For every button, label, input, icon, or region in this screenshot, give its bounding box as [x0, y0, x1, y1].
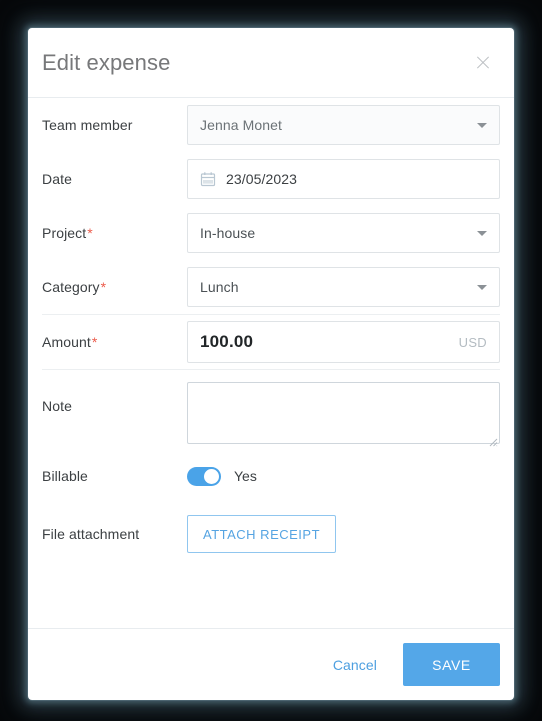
- category-value: Lunch: [200, 279, 239, 295]
- category-label-text: Category: [42, 279, 100, 295]
- project-label: Project*: [42, 225, 187, 241]
- project-value: In-house: [200, 225, 256, 241]
- amount-label: Amount*: [42, 334, 187, 350]
- page-title: Edit expense: [42, 49, 171, 75]
- file-attachment-label: File attachment: [42, 526, 140, 542]
- chevron-down-icon: [477, 284, 487, 290]
- note-input[interactable]: [187, 382, 500, 444]
- project-select[interactable]: In-house: [187, 213, 500, 253]
- date-input[interactable]: 23/05/2023: [187, 159, 500, 199]
- billable-label: Billable: [42, 468, 88, 484]
- calendar-icon: [200, 172, 216, 187]
- amount-input[interactable]: 100.00 USD: [187, 321, 500, 363]
- date-label: Date: [42, 171, 72, 187]
- chevron-down-icon: [477, 122, 487, 128]
- field-project: Project* In-house: [42, 206, 500, 260]
- cancel-button[interactable]: Cancel: [319, 649, 391, 681]
- toggle-knob: [204, 468, 219, 484]
- amount-label-text: Amount: [42, 334, 91, 350]
- edit-expense-dialog: Edit expense Team member Jenna Monet Dat…: [28, 28, 514, 700]
- close-icon[interactable]: [468, 48, 498, 78]
- category-label: Category*: [42, 279, 187, 295]
- project-required-marker: *: [87, 225, 93, 241]
- chevron-down-icon: [477, 230, 487, 236]
- field-team-member: Team member Jenna Monet: [42, 98, 500, 152]
- amount-currency: USD: [458, 334, 487, 350]
- billable-state-label: Yes: [234, 468, 257, 484]
- date-value: 23/05/2023: [226, 171, 298, 187]
- billable-toggle[interactable]: [187, 466, 221, 486]
- field-date: Date 23/05/2023: [42, 152, 500, 206]
- field-billable: Billable Yes: [42, 449, 500, 503]
- dialog-body: Team member Jenna Monet Date 23/05/2023 …: [28, 98, 514, 628]
- dialog-footer: Cancel SAVE: [28, 628, 514, 700]
- amount-value: 100.00: [200, 332, 254, 351]
- field-category: Category* Lunch: [42, 260, 500, 314]
- field-amount: Amount* 100.00 USD: [42, 315, 500, 369]
- amount-required-marker: *: [91, 334, 98, 350]
- team-member-value: Jenna Monet: [200, 117, 283, 133]
- team-member-select[interactable]: Jenna Monet: [187, 105, 500, 145]
- project-label-text: Project: [42, 225, 87, 241]
- save-button[interactable]: SAVE: [403, 643, 500, 686]
- dialog-header: Edit expense: [28, 28, 514, 98]
- team-member-label: Team member: [42, 117, 133, 133]
- attach-receipt-button[interactable]: ATTACH RECEIPT: [187, 515, 337, 553]
- field-file-attachment: File attachment ATTACH RECEIPT: [42, 503, 500, 565]
- category-select[interactable]: Lunch: [187, 267, 500, 307]
- category-required-marker: *: [100, 279, 107, 295]
- field-note: Note: [42, 370, 500, 449]
- note-label: Note: [42, 398, 72, 414]
